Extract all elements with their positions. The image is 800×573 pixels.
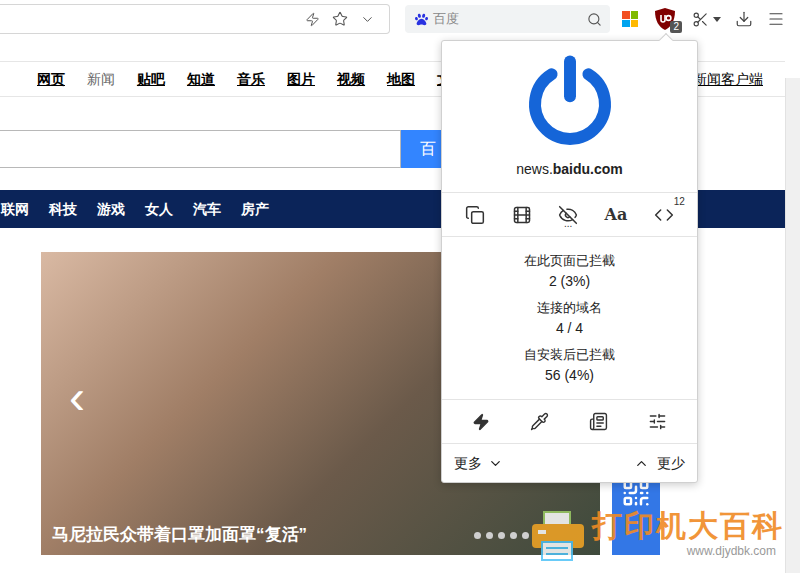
screenshot-button[interactable]: [692, 11, 721, 28]
logger-icon[interactable]: [589, 412, 608, 431]
tools-row: [442, 400, 697, 444]
carousel-dots: [474, 532, 529, 539]
domain-label: news.baidu.com: [516, 160, 623, 178]
popup-block-icon[interactable]: [465, 205, 485, 225]
lightning-icon[interactable]: [472, 413, 490, 431]
stat-label: 连接的域名: [537, 298, 602, 318]
address-bar[interactable]: [0, 4, 390, 34]
nav-link[interactable]: 音乐: [237, 69, 265, 90]
carousel-dot[interactable]: [486, 532, 493, 539]
carousel-dot[interactable]: [498, 532, 505, 539]
more-mark: ...: [564, 219, 572, 229]
nav-link[interactable]: 图片: [287, 69, 315, 90]
category-link[interactable]: 女人: [145, 199, 173, 220]
nav-link[interactable]: 知道: [187, 69, 215, 90]
printer-logo-icon: [528, 508, 588, 564]
stat-label: 自安装后已拦截: [524, 345, 615, 365]
browser-toolbar: 百度 2: [0, 0, 800, 38]
chevron-down-icon: [488, 456, 503, 471]
category-link[interactable]: 联网: [1, 199, 29, 220]
nav-link[interactable]: 地图: [387, 69, 415, 90]
caret-down-icon: [713, 17, 721, 22]
category-link[interactable]: 房产: [241, 199, 269, 220]
baidu-paw-icon: [415, 13, 428, 26]
less-button[interactable]: 更少: [634, 453, 685, 474]
chevron-up-icon: [634, 456, 649, 471]
nav-link[interactable]: 网页: [37, 69, 65, 90]
carousel-dot[interactable]: [510, 532, 517, 539]
windows-icon[interactable]: [622, 11, 638, 27]
popup-footer: 更多 更少: [442, 444, 697, 482]
settings-sliders-icon[interactable]: [648, 412, 667, 431]
browser-window: 百度2网页新闻贴吧知道音乐图片视频地图文新闻客户端百联网科技游戏女人汽车房产‹马…: [0, 0, 800, 573]
script-count: 12: [674, 196, 685, 208]
watermark-title: 打印机大百科: [592, 508, 784, 544]
category-link[interactable]: 汽车: [193, 199, 221, 220]
ublock-badge: 2: [670, 21, 682, 33]
download-icon[interactable]: [735, 10, 753, 28]
switch-row: ... Aa 12: [442, 193, 697, 237]
carousel-dot[interactable]: [522, 532, 529, 539]
scissors-icon: [692, 11, 709, 28]
client-link[interactable]: 新闻客户端: [693, 69, 763, 90]
nav-link[interactable]: 新闻: [87, 69, 115, 90]
carousel-caption[interactable]: 马尼拉民众带着口罩加面罩“复活”: [52, 523, 307, 547]
search-box[interactable]: 百度: [405, 5, 610, 33]
power-icon[interactable]: [524, 54, 616, 146]
watermark-url: www.djydbk.com: [687, 544, 776, 558]
menu-icon[interactable]: [767, 10, 785, 28]
ublock-popup: news.baidu.com... Aa 12 在此页面已拦截2 (3%) 连接的域名4…: [441, 40, 698, 483]
script-icon[interactable]: [654, 205, 674, 225]
nav-link[interactable]: 贴吧: [137, 69, 165, 90]
magnifier-icon[interactable]: [587, 12, 602, 27]
fonts-icon[interactable]: Aa: [605, 205, 628, 225]
stat-block: 在此页面已拦截2 (3%): [524, 251, 615, 291]
stat-block: 自安装后已拦截56 (4%): [524, 345, 615, 385]
news-search-input[interactable]: [0, 130, 401, 168]
search-placeholder: 百度: [433, 10, 582, 28]
ublock-button[interactable]: 2: [652, 5, 678, 33]
extension-icons: 2: [622, 5, 785, 33]
stat-value: 56 (4%): [545, 365, 594, 385]
nav-link[interactable]: 视频: [337, 69, 365, 90]
eyedropper-icon[interactable]: [530, 412, 549, 431]
lightning-icon[interactable]: [305, 12, 320, 27]
stats-section: 在此页面已拦截2 (3%) 连接的域名4 / 4 自安装后已拦截56 (4%): [442, 237, 697, 400]
scrollbar[interactable]: [785, 78, 800, 573]
category-link[interactable]: 科技: [49, 199, 77, 220]
stat-block: 连接的域名4 / 4: [537, 298, 602, 338]
media-icon[interactable]: [512, 205, 532, 225]
more-button[interactable]: 更多: [454, 453, 503, 474]
category-link[interactable]: 游戏: [97, 199, 125, 220]
watermark: 打印机大百科www.djydbk.com: [528, 508, 784, 564]
carousel-dot[interactable]: [474, 532, 481, 539]
chevron-down-icon[interactable]: [360, 12, 375, 27]
power-section: news.baidu.com: [442, 41, 697, 193]
stat-value: 4 / 4: [556, 318, 583, 338]
stat-value: 2 (3%): [549, 271, 590, 291]
star-icon[interactable]: [332, 11, 348, 27]
carousel-prev[interactable]: ‹: [69, 372, 85, 422]
stat-label: 在此页面已拦截: [524, 251, 615, 271]
